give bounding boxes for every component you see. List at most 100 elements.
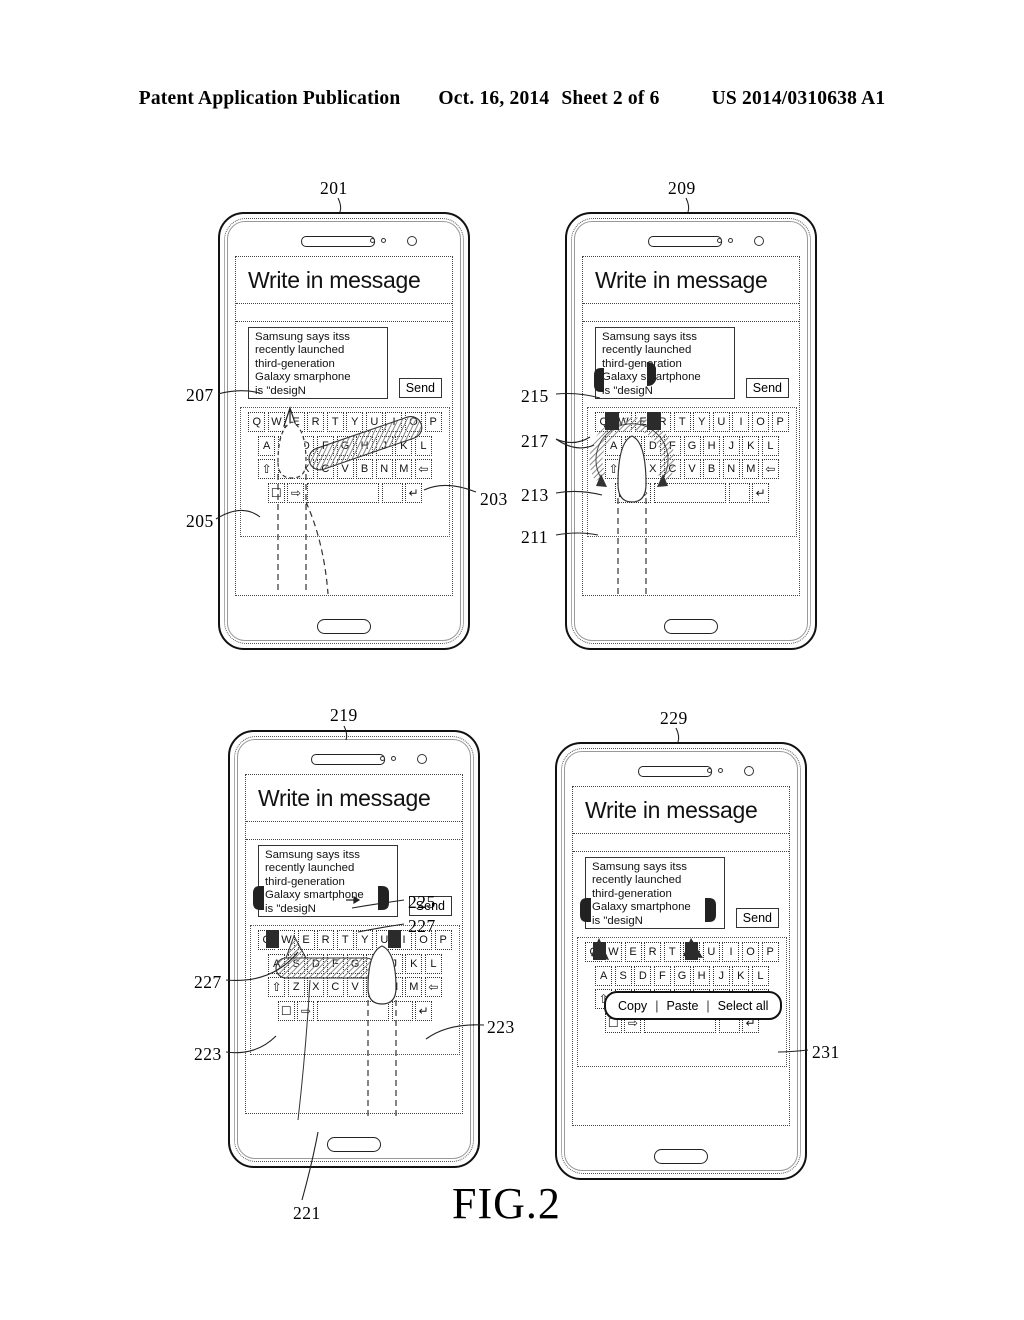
- key-w[interactable]: W: [277, 930, 295, 950]
- enter-key-icon[interactable]: ↵: [752, 482, 770, 503]
- key-g[interactable]: G: [683, 435, 701, 456]
- emoji-key-icon[interactable]: ☐: [614, 482, 632, 503]
- key-f[interactable]: F: [326, 953, 344, 974]
- emoji-key-icon[interactable]: ☐: [277, 1000, 295, 1021]
- key-m[interactable]: M: [742, 459, 760, 480]
- key-w[interactable]: W: [614, 412, 632, 432]
- key-s[interactable]: S: [287, 953, 305, 974]
- key-l[interactable]: L: [424, 953, 442, 974]
- context-menu-copy[interactable]: Copy: [613, 999, 652, 1013]
- message-textbox[interactable]: Samsung says itss recently launched thir…: [258, 845, 398, 917]
- key-e[interactable]: E: [634, 412, 652, 432]
- key-p[interactable]: P: [424, 412, 442, 432]
- key-k[interactable]: K: [405, 953, 423, 974]
- key-j[interactable]: J: [375, 435, 393, 456]
- key-a[interactable]: A: [605, 435, 623, 456]
- key-i[interactable]: I: [722, 942, 740, 962]
- key-s[interactable]: S: [624, 435, 642, 456]
- key-v[interactable]: V: [336, 459, 354, 480]
- key-x[interactable]: X: [644, 459, 662, 480]
- key-u[interactable]: U: [365, 412, 383, 432]
- key-a[interactable]: A: [595, 965, 613, 986]
- key-k[interactable]: K: [395, 435, 413, 456]
- key-c[interactable]: C: [326, 977, 344, 998]
- key-c[interactable]: C: [316, 459, 334, 480]
- key-f[interactable]: F: [663, 435, 681, 456]
- key-t[interactable]: T: [673, 412, 691, 432]
- context-menu[interactable]: Copy | Paste | Select all: [604, 991, 783, 1020]
- message-textbox[interactable]: Samsung says itss recently launched thir…: [595, 327, 735, 399]
- key-x[interactable]: X: [297, 459, 315, 480]
- key-d[interactable]: D: [297, 435, 315, 456]
- key-v[interactable]: V: [346, 977, 364, 998]
- key-p[interactable]: P: [771, 412, 789, 432]
- key-x[interactable]: X: [307, 977, 325, 998]
- key-a[interactable]: A: [268, 953, 286, 974]
- key-z[interactable]: Z: [624, 459, 642, 480]
- message-textbox[interactable]: Samsung says itss recently launched thir…: [585, 857, 725, 929]
- key-h[interactable]: H: [356, 435, 374, 456]
- key-a[interactable]: A: [258, 435, 276, 456]
- key-y[interactable]: Y: [683, 942, 701, 962]
- key-u[interactable]: U: [375, 930, 393, 950]
- key-o[interactable]: O: [405, 412, 423, 432]
- settings-key-icon[interactable]: ⇨: [297, 1000, 315, 1021]
- enter-key-icon[interactable]: ↵: [415, 1000, 433, 1021]
- key-d[interactable]: D: [307, 953, 325, 974]
- key-t[interactable]: T: [326, 412, 344, 432]
- key-p[interactable]: P: [434, 930, 452, 950]
- key-d[interactable]: D: [644, 435, 662, 456]
- settings-key-icon[interactable]: ⇨: [634, 482, 652, 503]
- key-i[interactable]: I: [385, 412, 403, 432]
- backspace-key-icon[interactable]: ⇦: [424, 977, 442, 998]
- key-y[interactable]: Y: [356, 930, 374, 950]
- space-key[interactable]: [654, 482, 726, 503]
- key-o[interactable]: O: [742, 942, 760, 962]
- key-l[interactable]: L: [761, 435, 779, 456]
- key-e[interactable]: E: [297, 930, 315, 950]
- key-g[interactable]: G: [346, 953, 364, 974]
- key-v[interactable]: V: [683, 459, 701, 480]
- key-q[interactable]: Q: [248, 412, 266, 432]
- key-z[interactable]: Z: [287, 977, 305, 998]
- key-s[interactable]: S: [614, 965, 632, 986]
- period-key[interactable]: [728, 482, 750, 503]
- virtual-keyboard[interactable]: Q W E R T Y U I O P A S D F G H J K L: [250, 925, 460, 1055]
- virtual-keyboard[interactable]: Q W E R T Y U I O P A S D F G H J K L: [240, 407, 450, 537]
- key-j[interactable]: J: [712, 965, 730, 986]
- context-menu-select-all[interactable]: Select all: [713, 999, 774, 1013]
- key-k[interactable]: K: [732, 965, 750, 986]
- key-h[interactable]: H: [366, 953, 384, 974]
- key-b[interactable]: B: [366, 977, 384, 998]
- virtual-keyboard[interactable]: Q W E R T Y U I O P A S D F G H J K L: [587, 407, 797, 537]
- shift-key-icon[interactable]: ⇧: [605, 459, 623, 480]
- space-key[interactable]: [307, 482, 379, 503]
- key-y[interactable]: Y: [693, 412, 711, 432]
- key-o[interactable]: O: [752, 412, 770, 432]
- key-l[interactable]: L: [414, 435, 432, 456]
- message-textbox[interactable]: Samsung says itss recently launched thir…: [248, 327, 388, 399]
- shift-key-icon[interactable]: ⇧: [268, 977, 286, 998]
- key-s[interactable]: S: [277, 435, 295, 456]
- key-b[interactable]: B: [356, 459, 374, 480]
- key-c[interactable]: C: [663, 459, 681, 480]
- key-m[interactable]: M: [405, 977, 423, 998]
- send-button[interactable]: Send: [398, 378, 442, 398]
- space-key[interactable]: [317, 1000, 389, 1021]
- key-r[interactable]: R: [307, 412, 325, 432]
- key-u[interactable]: U: [712, 412, 730, 432]
- key-z[interactable]: Z: [277, 459, 295, 480]
- send-button[interactable]: Send: [745, 378, 789, 398]
- key-t[interactable]: T: [336, 930, 354, 950]
- key-r[interactable]: R: [654, 412, 672, 432]
- send-button[interactable]: Send: [735, 908, 779, 928]
- key-h[interactable]: H: [703, 435, 721, 456]
- key-n[interactable]: N: [375, 459, 393, 480]
- emoji-key-icon[interactable]: ☐: [267, 482, 285, 503]
- key-j[interactable]: J: [385, 953, 403, 974]
- key-j[interactable]: J: [722, 435, 740, 456]
- key-q[interactable]: Q: [595, 412, 613, 432]
- key-p[interactable]: P: [761, 942, 779, 962]
- key-t[interactable]: T: [663, 942, 681, 962]
- key-m[interactable]: M: [395, 459, 413, 480]
